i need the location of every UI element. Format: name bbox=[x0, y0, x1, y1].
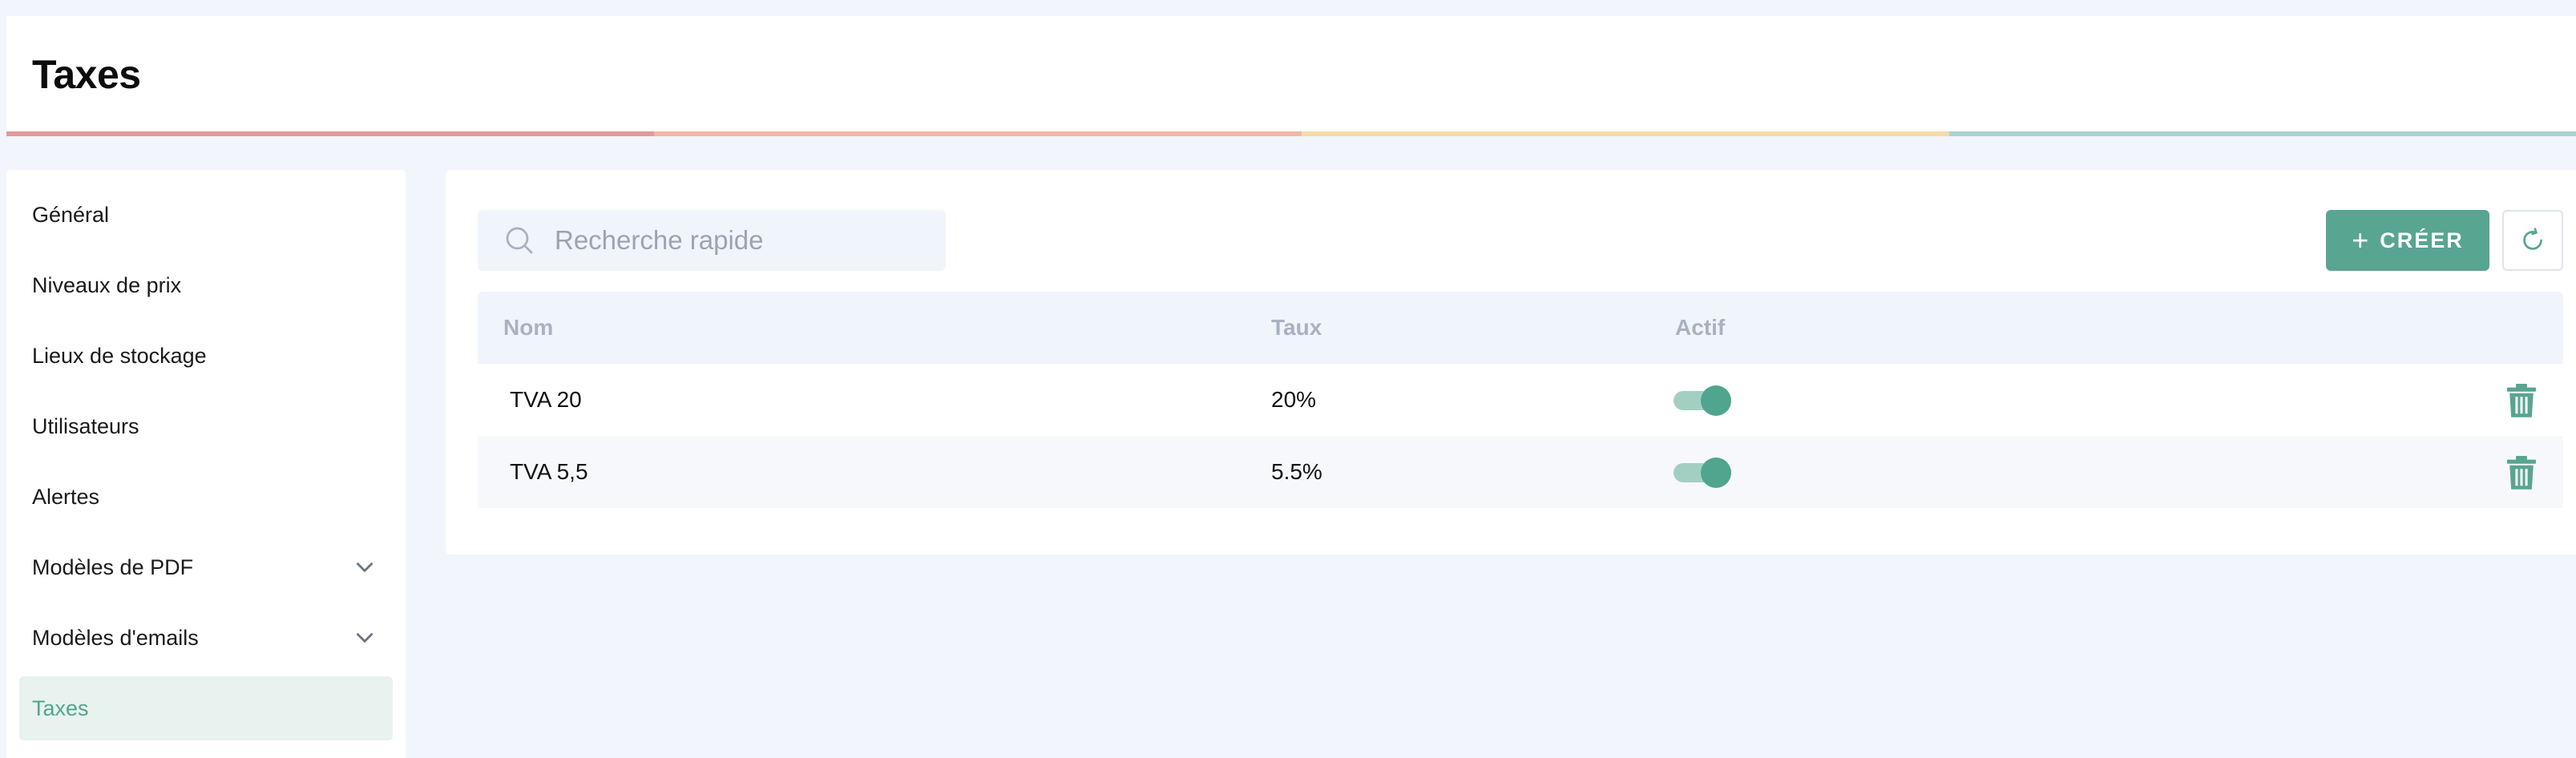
delete-button[interactable] bbox=[2505, 455, 2538, 490]
chevron-down-icon[interactable] bbox=[354, 627, 375, 648]
tax-rate-cell: 5.5% bbox=[1271, 459, 1322, 484]
sidebar-item-general[interactable]: Général bbox=[19, 183, 393, 247]
plus-icon: + bbox=[2352, 224, 2369, 256]
sidebar-item-label: Niveaux de prix bbox=[32, 272, 182, 297]
toggle-knob bbox=[1701, 385, 1731, 416]
header-accent-stripe bbox=[1302, 131, 1949, 136]
sidebar-item-email-templates[interactable]: Modèles d'emails bbox=[19, 606, 393, 670]
delete-button[interactable] bbox=[2505, 383, 2538, 418]
sidebar-item-label: Modèles d'emails bbox=[32, 625, 199, 650]
tax-name-cell: TVA 20 bbox=[510, 387, 582, 412]
header-accent-stripe bbox=[6, 131, 654, 136]
toggle-knob bbox=[1701, 458, 1731, 488]
sidebar-item-label: Taxes bbox=[32, 696, 89, 720]
trash-icon bbox=[2507, 456, 2536, 490]
table-row[interactable]: TVA 5,5 5.5% bbox=[478, 436, 2563, 508]
sidebar-item-label: Alertes bbox=[32, 484, 100, 509]
create-button-label: CRÉER bbox=[2380, 228, 2464, 252]
sidebar-item-storage-locations[interactable]: Lieux de stockage bbox=[19, 324, 393, 388]
page-title: Taxes bbox=[32, 52, 141, 97]
column-header-active[interactable]: Actif bbox=[1675, 292, 1725, 364]
sidebar-item-pdf-templates[interactable]: Modèles de PDF bbox=[19, 535, 393, 599]
page-header: Taxes bbox=[6, 16, 2576, 136]
sidebar-item-label: Modèles de PDF bbox=[32, 554, 194, 579]
search-input[interactable] bbox=[553, 224, 941, 256]
table-header: Nom Taux Actif bbox=[478, 292, 2563, 364]
sidebar-item-taxes[interactable]: Taxes bbox=[19, 676, 393, 740]
refresh-button[interactable] bbox=[2502, 210, 2563, 271]
table-row[interactable]: TVA 20 20% bbox=[478, 364, 2563, 436]
sidebar-item-label: Lieux de stockage bbox=[32, 343, 207, 368]
sidebar-item-price-levels[interactable]: Niveaux de prix bbox=[19, 253, 393, 317]
sidebar-item-alerts[interactable]: Alertes bbox=[19, 465, 393, 529]
sidebar-item-users[interactable]: Utilisateurs bbox=[19, 394, 393, 458]
chevron-down-icon[interactable] bbox=[354, 557, 375, 578]
active-toggle[interactable] bbox=[1670, 385, 1734, 416]
search-icon bbox=[506, 227, 533, 254]
tax-name-cell: TVA 5,5 bbox=[510, 459, 588, 484]
settings-sidebar: Général Niveaux de prix Lieux de stockag… bbox=[6, 170, 406, 758]
trash-icon bbox=[2507, 384, 2536, 417]
active-toggle[interactable] bbox=[1670, 458, 1734, 488]
header-accent-stripe bbox=[654, 131, 1302, 136]
search-box[interactable] bbox=[478, 210, 946, 271]
column-header-name[interactable]: Nom bbox=[503, 292, 553, 364]
sidebar-item-label: Général bbox=[32, 202, 110, 227]
column-header-rate[interactable]: Taux bbox=[1271, 292, 1322, 364]
taxes-panel: + CRÉER Nom Taux Actif TVA 20 20% bbox=[446, 170, 2576, 554]
refresh-icon bbox=[2523, 228, 2542, 250]
tax-rate-cell: 20% bbox=[1271, 387, 1317, 412]
header-accent-stripe bbox=[1949, 131, 2576, 136]
create-button[interactable]: + CRÉER bbox=[2326, 210, 2489, 271]
sidebar-item-label: Utilisateurs bbox=[32, 413, 139, 438]
